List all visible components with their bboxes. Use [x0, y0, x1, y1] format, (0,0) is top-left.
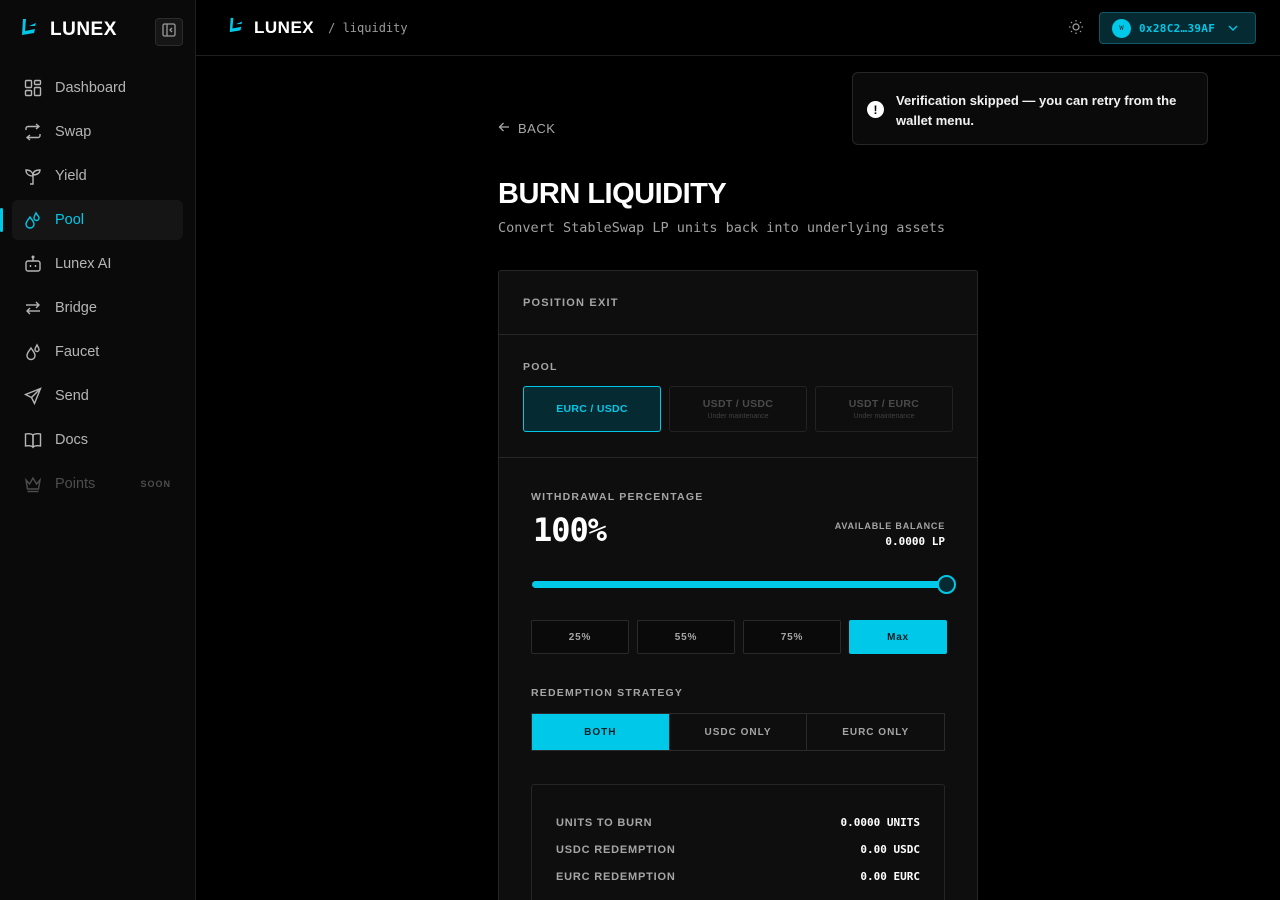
verification-toast: ! Verification skipped — you can retry f… — [852, 72, 1208, 145]
crown-icon — [24, 475, 42, 493]
summary-value: 0.0000 UNITS — [840, 816, 920, 829]
sidebar-item-pool[interactable]: Pool — [0, 200, 183, 240]
summary-row-usdc: USDC REDEMPTION 0.00 USDC — [556, 836, 920, 863]
withdrawal-label: WITHDRAWAL PERCENTAGE — [531, 491, 704, 503]
position-exit-card: POSITION EXIT POOL EURC / USDC USDT / US… — [498, 270, 978, 900]
sidebar-item-label: Yield — [55, 168, 87, 184]
pool-option-name: EURC / USDC — [556, 403, 628, 415]
sun-icon — [1068, 19, 1084, 40]
summary-row-units: UNITS TO BURN 0.0000 UNITS — [556, 809, 920, 836]
percent-25-button[interactable]: 25% — [531, 620, 629, 654]
summary-key: EURC REDEMPTION — [556, 870, 676, 883]
sidebar-item-label: Dashboard — [55, 80, 126, 96]
toast-message: Verification skipped — you can retry fro… — [896, 93, 1177, 128]
bot-icon — [24, 255, 42, 273]
back-label: BACK — [518, 121, 556, 136]
redemption-summary: UNITS TO BURN 0.0000 UNITS USDC REDEMPTI… — [531, 784, 945, 900]
chevron-down-icon — [1227, 22, 1239, 34]
slider-fill — [532, 581, 946, 588]
sidebar-item-bridge[interactable]: Bridge — [12, 288, 183, 328]
pool-option-name: USDT / EURC — [848, 398, 920, 410]
alert-icon: ! — [867, 101, 884, 118]
header-brand[interactable]: LUNEX / liquidity — [228, 17, 408, 38]
percent-55-button[interactable]: 55% — [637, 620, 735, 654]
sidebar-item-label: Send — [55, 388, 89, 404]
summary-value: 0.00 USDC — [860, 843, 920, 856]
swap-icon — [24, 123, 42, 141]
page-subtitle: Convert StableSwap LP units back into un… — [498, 220, 946, 236]
sidebar-nav: Dashboard Swap Yield Pool Lunex AI Bridg… — [0, 68, 183, 508]
pool-option-status: Under maintenance — [707, 413, 769, 420]
available-balance-value: 0.0000 LP — [885, 535, 945, 548]
pool-label: POOL — [523, 361, 558, 373]
bridge-arrows-icon — [24, 299, 42, 317]
withdrawal-slider[interactable] — [532, 575, 956, 594]
percent-max-button[interactable]: Max — [849, 620, 947, 654]
pool-option-status: Under maintenance — [853, 413, 915, 420]
sidebar-item-yield[interactable]: Yield — [12, 156, 183, 196]
pool-selector: EURC / USDC USDT / USDC Under maintenanc… — [523, 386, 953, 432]
collapse-sidebar-button[interactable] — [155, 18, 183, 46]
pool-section: POOL EURC / USDC USDT / USDC Under maint… — [499, 335, 977, 458]
summary-value: 0.00 EURC — [860, 870, 920, 883]
wallet-button[interactable]: W 0x28C2…39AF — [1099, 12, 1256, 44]
brand-name: LUNEX — [50, 18, 117, 40]
sidebar-item-label: Docs — [55, 432, 89, 448]
summary-key: UNITS TO BURN — [556, 816, 653, 829]
sidebar-item-swap[interactable]: Swap — [12, 112, 183, 152]
theme-toggle-button[interactable] — [1066, 19, 1086, 39]
sidebar-item-lunex-ai[interactable]: Lunex AI — [12, 244, 183, 284]
sidebar-item-label: Pool — [55, 212, 85, 228]
quick-percent-buttons: 25% 55% 75% Max — [531, 620, 947, 654]
summary-key: USDC REDEMPTION — [556, 843, 676, 856]
sidebar-item-label: Faucet — [55, 344, 100, 360]
book-icon — [24, 431, 42, 449]
redemption-strategy-label: REDEMPTION STRATEGY — [531, 687, 684, 699]
arrow-left-icon — [498, 121, 510, 136]
back-button[interactable]: BACK — [498, 121, 555, 136]
soon-badge: SOON — [140, 479, 171, 489]
percent-75-button[interactable]: 75% — [743, 620, 841, 654]
faucet-drops-icon — [24, 343, 42, 361]
top-header: LUNEX / liquidity W 0x28C2…39AF — [196, 0, 1280, 56]
lunex-logo-icon — [228, 17, 244, 38]
card-header: POSITION EXIT — [499, 271, 977, 335]
breadcrumb: / liquidity — [328, 20, 408, 35]
sidebar-item-label: Bridge — [55, 300, 97, 316]
pool-option-usdt-eurc: USDT / EURC Under maintenance — [815, 386, 953, 432]
send-icon — [24, 387, 42, 405]
droplets-icon — [24, 211, 42, 229]
sidebar-item-send[interactable]: Send — [12, 376, 183, 416]
summary-row-eurc: EURC REDEMPTION 0.00 EURC — [556, 863, 920, 890]
lunex-logo-icon — [20, 18, 38, 41]
page-title: BURN LIQUIDITY — [498, 178, 727, 210]
brand-name: LUNEX — [254, 17, 315, 37]
redemption-strategy-selector: BOTH USDC ONLY EURC ONLY — [531, 713, 945, 751]
dashboard-icon — [24, 79, 42, 97]
sprout-icon — [24, 167, 42, 185]
sidebar-item-faucet[interactable]: Faucet — [12, 332, 183, 372]
sidebar: LUNEX Dashboard Swap Yield Pool Lunex AI… — [0, 0, 196, 900]
panel-collapse-icon — [162, 22, 176, 42]
sidebar-item-dashboard[interactable]: Dashboard — [12, 68, 183, 108]
wallet-address: 0x28C2…39AF — [1139, 21, 1216, 35]
sidebar-item-label: Lunex AI — [55, 256, 112, 272]
withdrawal-percent-value: 100% — [533, 511, 607, 549]
available-balance-label: AVAILABLE BALANCE — [834, 521, 945, 531]
pool-option-usdt-usdc: USDT / USDC Under maintenance — [669, 386, 807, 432]
strategy-usdc-only-button[interactable]: USDC ONLY — [670, 714, 808, 750]
pool-option-eurc-usdc[interactable]: EURC / USDC — [523, 386, 661, 432]
pool-option-name: USDT / USDC — [702, 398, 774, 410]
strategy-both-button[interactable]: BOTH — [532, 714, 670, 750]
sidebar-item-points: Points SOON — [12, 464, 183, 504]
sidebar-brand[interactable]: LUNEX — [20, 18, 117, 41]
wallet-avatar: W — [1112, 18, 1131, 38]
sidebar-item-label: Swap — [55, 124, 92, 140]
sidebar-item-docs[interactable]: Docs — [12, 420, 183, 460]
sidebar-item-label: Points — [55, 476, 96, 492]
slider-thumb[interactable] — [937, 575, 956, 594]
strategy-eurc-only-button[interactable]: EURC ONLY — [807, 714, 944, 750]
